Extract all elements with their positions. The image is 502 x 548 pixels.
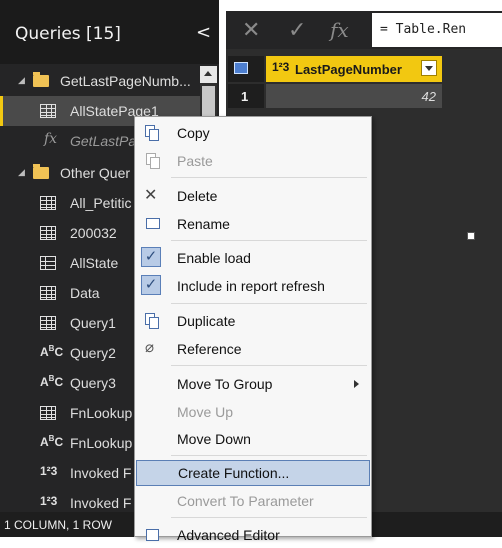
menu-separator [171, 240, 367, 241]
column-filter-dropdown[interactable] [421, 60, 437, 76]
menu-item-label: Delete [177, 188, 218, 204]
rename-icon [143, 215, 161, 233]
query-group-label: GetLastPageNumb... [60, 73, 191, 89]
query-item-label: Query1 [70, 315, 116, 331]
table-icon [40, 286, 56, 300]
menu-item-label: Move Up [177, 404, 234, 420]
advanced-editor-icon [143, 526, 161, 544]
menu-item-label: Create Function... [178, 465, 290, 481]
formula-input[interactable]: = Table.Ren [372, 13, 502, 47]
query-item-label: Query3 [70, 375, 116, 391]
table-icon [40, 406, 56, 420]
menu-item-move-to-group[interactable]: Move To Group [135, 371, 371, 397]
menu-item-label: Reference [177, 341, 242, 357]
column-header-label: LastPageNumber [295, 62, 402, 77]
insert-function-icon[interactable]: fx [330, 18, 349, 42]
query-item-label: AllState [70, 255, 119, 271]
number-type-icon: 1²3 [40, 464, 58, 478]
table-icon [234, 62, 248, 74]
menu-item-label: Paste [177, 153, 213, 169]
menu-item-convert-to-parameter[interactable]: Convert To Parameter [135, 488, 371, 514]
row-number-label: 1 [241, 89, 249, 104]
submenu-arrow-icon [354, 380, 359, 388]
column-header-lastpagenumber[interactable]: 1²3 LastPageNumber [266, 56, 442, 82]
menu-item-paste[interactable]: Paste [135, 148, 371, 174]
menu-item-label: Duplicate [177, 313, 236, 329]
commit-formula-button[interactable]: ✓ [288, 17, 306, 43]
copy-icon [143, 124, 161, 142]
query-item-label: GetLastPa [70, 133, 137, 149]
function-icon: fx [44, 131, 58, 147]
menu-item-label: Copy [177, 125, 210, 141]
formula-text: = Table.Ren [380, 22, 467, 37]
menu-item-label: Move Down [177, 431, 251, 447]
query-item-label: FnLookup [70, 405, 133, 421]
cell-value: 42 [421, 89, 436, 104]
duplicate-icon [143, 312, 161, 330]
checkmark-icon: ✓ [141, 275, 161, 295]
query-group-getlastpagenumber[interactable]: ◢ GetLastPageNumb... [0, 66, 200, 96]
text-type-icon: ABC [40, 374, 64, 389]
menu-item-create-function[interactable]: Create Function... [136, 460, 370, 486]
query-item-label: All_Petitic [70, 195, 132, 211]
menu-item-enable-load[interactable]: ✓ Enable load [135, 245, 371, 271]
number-type-icon[interactable]: 1²3 [272, 60, 289, 74]
menu-separator [171, 177, 367, 178]
text-type-icon: ABC [40, 434, 64, 449]
menu-item-label: Enable load [177, 250, 251, 266]
table-icon [40, 316, 56, 330]
menu-separator [171, 455, 367, 456]
menu-item-label: Advanced Editor [177, 527, 280, 543]
menu-separator [171, 365, 367, 366]
query-item-label: 200032 [70, 225, 117, 241]
query-item-label: FnLookup [70, 435, 133, 451]
delete-icon: ✕ [144, 187, 158, 204]
number-type-icon: 1²3 [40, 494, 58, 508]
menu-separator [171, 303, 367, 304]
menu-item-move-up[interactable]: Move Up [135, 399, 371, 425]
resize-handle[interactable] [467, 232, 475, 240]
expand-arrow-icon[interactable]: ◢ [18, 167, 25, 178]
menu-item-duplicate[interactable]: Duplicate [135, 308, 371, 334]
table-icon [40, 196, 56, 210]
menu-item-advanced-editor[interactable]: Advanced Editor [135, 522, 371, 548]
text-type-icon: ABC [40, 344, 64, 359]
row-number: 1 [228, 84, 264, 108]
query-item-label: Data [70, 285, 100, 301]
table-icon [40, 104, 56, 118]
table-icon [40, 226, 56, 240]
menu-item-move-down[interactable]: Move Down [135, 426, 371, 452]
queries-pane-title: Queries [15] [15, 24, 121, 44]
folder-icon [33, 164, 49, 179]
reference-icon: ⌀ [145, 339, 155, 356]
folder-icon [33, 72, 49, 87]
menu-item-label: Include in report refresh [177, 278, 325, 294]
scroll-up-button[interactable] [200, 66, 217, 83]
paste-icon [143, 152, 161, 170]
checkmark-icon: ✓ [141, 247, 161, 267]
data-cell[interactable]: 42 [266, 84, 442, 108]
menu-item-label: Rename [177, 216, 230, 232]
menu-item-label: Convert To Parameter [177, 493, 314, 509]
menu-item-rename[interactable]: Rename [135, 211, 371, 237]
menu-separator [171, 517, 367, 518]
query-group-label: Other Quer [60, 165, 131, 181]
menu-item-include-refresh[interactable]: ✓ Include in report refresh [135, 273, 371, 299]
cancel-formula-button[interactable]: ✕ [242, 17, 260, 43]
collapse-pane-button[interactable]: < [196, 22, 211, 43]
query-item-label: Query2 [70, 345, 116, 361]
menu-item-label: Move To Group [177, 376, 273, 392]
expand-arrow-icon[interactable]: ◢ [18, 75, 25, 86]
context-menu: Copy Paste ✕ Delete Rename ✓ Enable load… [134, 116, 372, 543]
query-item-label: Invoked F [70, 495, 132, 511]
menu-item-copy[interactable]: Copy [135, 120, 371, 146]
list-icon [40, 256, 56, 270]
queries-pane-header: Queries [15] < [0, 0, 219, 64]
status-text: 1 COLUMN, 1 ROW [4, 518, 113, 532]
menu-item-delete[interactable]: ✕ Delete [135, 183, 371, 209]
menu-item-reference[interactable]: ⌀ Reference [135, 336, 371, 362]
query-item-label: Invoked F [70, 465, 132, 481]
